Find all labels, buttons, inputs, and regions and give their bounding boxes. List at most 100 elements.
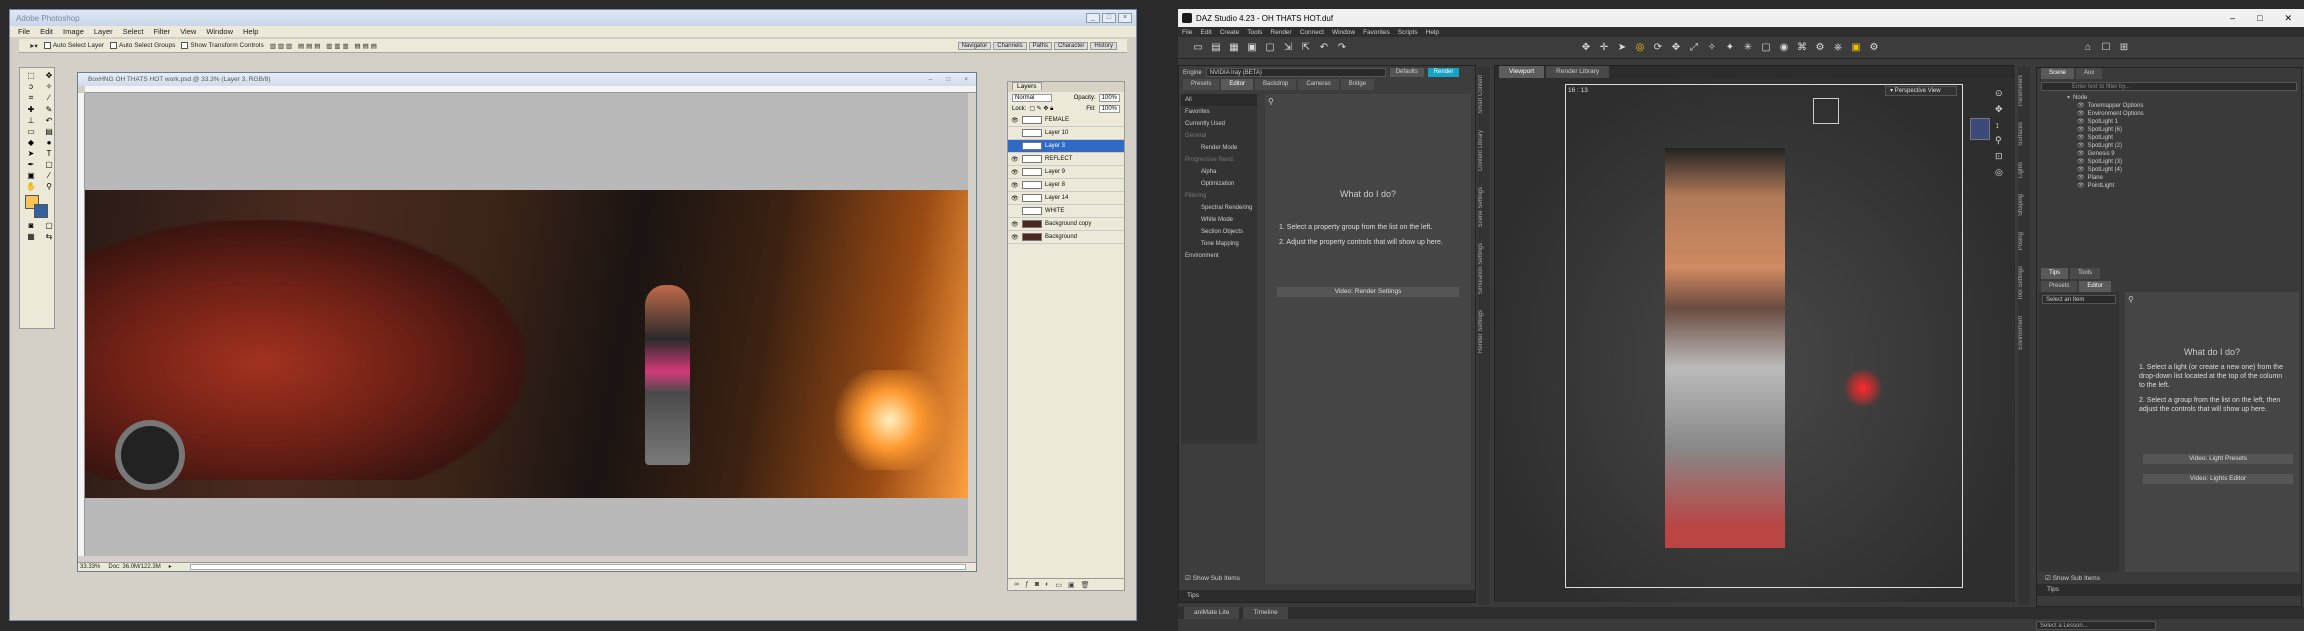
scene-node[interactable]: 👁︎ SpotLight (4): [2037, 166, 2301, 174]
nav-frame-icon[interactable]: ⊡: [1995, 151, 2003, 162]
scene-filter-input[interactable]: Enter text to filter by...: [2041, 82, 2297, 91]
fill-input[interactable]: 100%: [1098, 104, 1120, 113]
daz-close-button[interactable]: ✕: [2284, 13, 2292, 24]
vtab-environment[interactable]: Environment: [2018, 308, 2024, 358]
eyedropper-icon[interactable]: ⁄: [41, 171, 57, 180]
standard-mode-icon[interactable]: ▢: [41, 221, 57, 230]
vtab-posing[interactable]: Posing: [2018, 224, 2024, 258]
render-settings-icon[interactable]: ⚙: [1868, 42, 1880, 54]
visibility-eye-icon[interactable]: 👁︎: [1011, 221, 1019, 228]
render-tab-backdrop[interactable]: Backdrop: [1255, 79, 1297, 90]
spot-render-icon[interactable]: ▢: [1760, 42, 1772, 54]
tab-layers[interactable]: Layers: [1012, 82, 1042, 90]
vtab-scene-settings[interactable]: Scene Settings: [1478, 179, 1484, 235]
render-icon[interactable]: ▣: [1850, 42, 1862, 54]
horizontal-scrollbar[interactable]: [189, 564, 966, 570]
daz-menu-connect[interactable]: Connect: [1300, 29, 1324, 36]
node-visibility-icon[interactable]: 👁︎: [2077, 166, 2085, 174]
show-sub-items-checkbox[interactable]: ☑ Show Sub Items: [1185, 574, 1240, 582]
vtab-simulation-settings[interactable]: Simulation Settings: [1478, 235, 1484, 302]
tab-animate-lite[interactable]: aniMate Lite: [1184, 607, 1240, 619]
tab-tips[interactable]: Tips: [2041, 268, 2069, 279]
screen-mode-icon[interactable]: ▦: [23, 232, 39, 241]
male-figure[interactable]: [1665, 148, 1785, 548]
blend-mode-select[interactable]: Normal: [1012, 93, 1052, 102]
video-light-presets-button[interactable]: Video: Light Presets: [2143, 454, 2293, 464]
property-group-item[interactable]: Render Mode: [1181, 142, 1257, 154]
import-icon[interactable]: ⇲: [1282, 42, 1294, 54]
hand-tool-icon[interactable]: ✋: [23, 182, 39, 191]
layer-row[interactable]: Layer 3: [1008, 140, 1124, 153]
slice-tool-icon[interactable]: ∕: [41, 93, 57, 103]
property-group-item[interactable]: Tone Mapping: [1181, 238, 1257, 250]
defaults-button[interactable]: Defaults: [1389, 68, 1424, 77]
daz-menu-favorites[interactable]: Favorites: [1363, 29, 1390, 36]
redo-icon[interactable]: ↷: [1336, 42, 1348, 54]
imageready-icon[interactable]: ⇆: [41, 232, 57, 241]
node-visibility-icon[interactable]: 👁︎: [2077, 126, 2085, 134]
shape-tool-icon[interactable]: ▢: [41, 160, 57, 169]
link-layers-icon[interactable]: ∞: [1014, 581, 1019, 588]
crop-tool-icon[interactable]: ⌗: [23, 93, 39, 103]
path-select-icon[interactable]: ➤: [23, 149, 39, 158]
power-pose-icon[interactable]: ◎: [1634, 42, 1646, 54]
home-icon[interactable]: ⌂: [2082, 42, 2094, 54]
property-group-item[interactable]: Optimization: [1181, 178, 1257, 190]
property-group-item[interactable]: Favorites: [1181, 106, 1257, 118]
scene-node[interactable]: 👁︎ Plane: [2037, 174, 2301, 182]
open-icon[interactable]: ▤: [1210, 42, 1222, 54]
property-group-item[interactable]: White Mode: [1181, 214, 1257, 226]
layer-row[interactable]: 👁︎ REFLECT: [1008, 153, 1124, 166]
property-group-item[interactable]: Currently Used: [1181, 118, 1257, 130]
scene-node[interactable]: 👁︎ PointLight: [2037, 182, 2301, 190]
lasso-tool-icon[interactable]: ↄ: [23, 82, 39, 91]
node-visibility-icon[interactable]: 👁︎: [2077, 134, 2085, 142]
3d-scene[interactable]: 16 : 13 ▾ Perspective View ⊙ ✥ ↕ ⚲ ⊡ ◎: [1495, 78, 2015, 602]
lesson-select[interactable]: Select a Lesson...: [2036, 621, 2156, 630]
save-as-icon[interactable]: ▢: [1264, 42, 1276, 54]
tab-editor[interactable]: Editor: [2079, 281, 2112, 292]
scale-tool-icon[interactable]: ⤢: [1688, 42, 1700, 54]
joint-editor-icon[interactable]: ✳: [1742, 42, 1754, 54]
merge-icon[interactable]: ▦: [1228, 42, 1240, 54]
daz-menu-file[interactable]: File: [1182, 29, 1192, 36]
node-visibility-icon[interactable]: 👁︎: [2077, 182, 2085, 190]
tool-icon-1[interactable]: ⌘: [1796, 42, 1808, 54]
visibility-eye-icon[interactable]: 👁︎: [1011, 169, 1019, 176]
property-group-item[interactable]: All: [1181, 94, 1257, 106]
node-visibility-icon[interactable]: 👁︎: [2077, 118, 2085, 126]
background-color[interactable]: [34, 204, 48, 218]
lock-icons[interactable]: ▢ ✎ ✥ 🔒︎: [1029, 105, 1053, 113]
property-group-item[interactable]: General: [1181, 130, 1257, 142]
node-visibility-icon[interactable]: 👁︎: [2077, 150, 2085, 158]
node-visibility-icon[interactable]: 👁︎: [2077, 142, 2085, 150]
daz-maximize-button[interactable]: □: [2257, 13, 2262, 24]
scene-node[interactable]: 👁︎ Environment Options: [2037, 110, 2301, 118]
trash-icon[interactable]: 🗑︎: [1081, 581, 1090, 589]
daz-menu-edit[interactable]: Edit: [1200, 29, 1211, 36]
layer-row[interactable]: 👁︎ Background copy: [1008, 218, 1124, 231]
new-layer-icon[interactable]: ▣: [1068, 581, 1075, 589]
scene-node[interactable]: 👁︎ Genesis 9: [2037, 150, 2301, 158]
render-tab-cameras[interactable]: Cameras: [1298, 79, 1339, 90]
layer-row[interactable]: 👁︎ FEMALE: [1008, 114, 1124, 127]
scene-node[interactable]: 👁︎ SpotLight 1: [2037, 118, 2301, 126]
render-tab-bridge[interactable]: Bridge: [1340, 79, 1375, 90]
stamp-tool-icon[interactable]: ⊥: [23, 116, 39, 125]
help-icon[interactable]: ⊞: [2118, 42, 2130, 54]
nav-aim-icon[interactable]: ◎: [1995, 167, 2003, 178]
layer-mask-icon[interactable]: ◙: [1035, 581, 1039, 588]
active-pose-icon[interactable]: ➤: [1616, 42, 1628, 54]
node-visibility-icon[interactable]: 👁︎: [2077, 110, 2085, 118]
point-light-gizmo[interactable]: [1843, 368, 1883, 408]
tab-scene[interactable]: Scene: [2041, 68, 2075, 79]
pen-tool-icon[interactable]: ✒: [23, 160, 39, 169]
doc-size[interactable]: Doc: 36.0M/122.3M: [108, 563, 160, 571]
node-visibility-icon[interactable]: 👁︎: [2077, 102, 2085, 110]
color-swatches[interactable]: [23, 193, 57, 219]
node-visibility-icon[interactable]: 👁︎: [2077, 174, 2085, 182]
daz-menu-create[interactable]: Create: [1220, 29, 1240, 36]
history-brush-icon[interactable]: ↶: [41, 116, 57, 125]
rotate-tool-icon[interactable]: ⟳: [1652, 42, 1664, 54]
daz-menu-window[interactable]: Window: [1332, 29, 1355, 36]
